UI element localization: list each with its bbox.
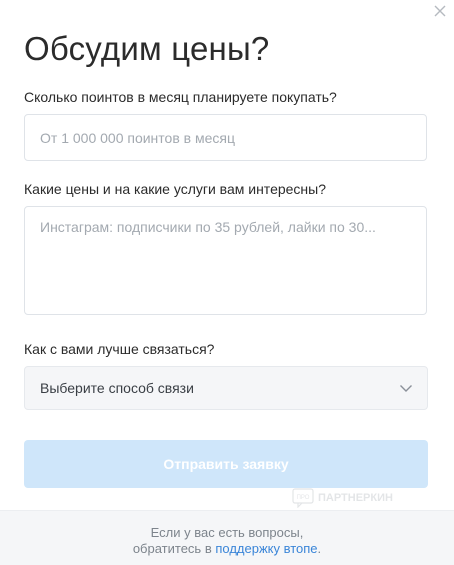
footer-line-2-prefix: обратитесь в xyxy=(132,541,216,556)
discuss-prices-modal: Обсудим цены? Сколько поинтов в месяц пл… xyxy=(0,0,454,565)
support-link[interactable]: поддержку втопе xyxy=(215,541,317,556)
chevron-down-icon xyxy=(400,385,412,392)
footer-line-2: обратитесь в поддержку втопе. xyxy=(0,541,454,557)
footer-line-2-suffix: . xyxy=(317,541,322,556)
submit-request-button[interactable]: Отправить заявку xyxy=(24,440,428,488)
contact-label: Как с вами лучше связаться? xyxy=(24,341,215,357)
points-input[interactable] xyxy=(24,114,427,161)
close-button[interactable] xyxy=(432,3,448,19)
points-label: Сколько поинтов в месяц планируете покуп… xyxy=(24,89,337,105)
watermark: ПРО ПАРТНЕРКИН xyxy=(292,488,393,508)
contact-method-select[interactable]: Выберите способ связи xyxy=(24,366,428,410)
footer: Если у вас есть вопросы, обратитесь в по… xyxy=(0,510,454,565)
prices-textarea[interactable] xyxy=(24,206,427,315)
footer-line-1: Если у вас есть вопросы, xyxy=(150,525,304,540)
close-icon xyxy=(434,5,446,17)
prices-label: Какие цены и на какие услуги вам интерес… xyxy=(24,181,327,197)
modal-title: Обсудим цены? xyxy=(24,30,270,67)
contact-method-value: Выберите способ связи xyxy=(40,380,194,396)
svg-text:ПРО: ПРО xyxy=(297,495,310,501)
watermark-badge-icon: ПРО xyxy=(292,488,314,508)
watermark-text: ПАРТНЕРКИН xyxy=(318,492,393,504)
